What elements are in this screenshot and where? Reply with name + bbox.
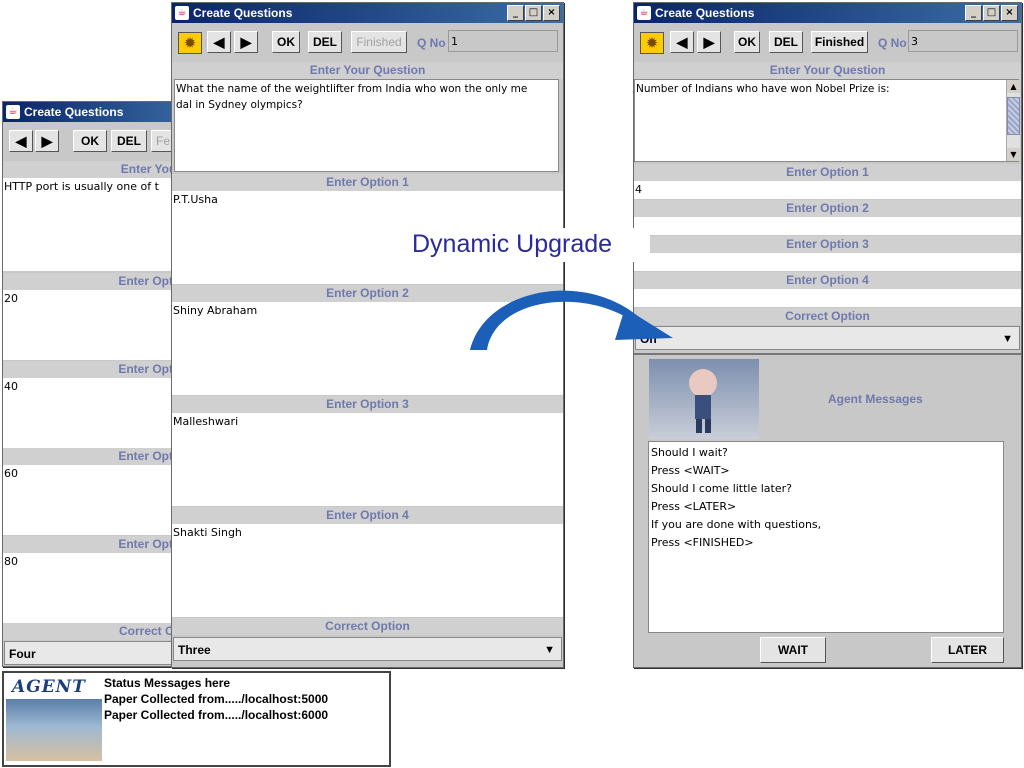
status-line: Paper Collected from...../localhost:6000 xyxy=(104,708,329,722)
prev-button[interactable]: ◀ xyxy=(9,130,33,152)
correct-option-value: Three xyxy=(178,643,211,657)
agent-messages-list[interactable]: Should I wait? Press <WAIT> Should I com… xyxy=(648,441,1004,633)
option4-input[interactable]: Shakti Singh xyxy=(172,524,563,617)
agent-logo: AGENT xyxy=(6,675,102,761)
agent-logo-text: AGENT xyxy=(12,677,86,697)
option3-input[interactable]: Malleshwari xyxy=(172,413,563,506)
option2-input[interactable] xyxy=(634,217,1021,235)
chevron-down-icon[interactable]: ▼ xyxy=(1002,327,1013,351)
middle-window-title: Create Questions xyxy=(193,6,293,20)
upgrade-arrow-icon xyxy=(470,290,673,350)
middle-title-bar[interactable]: ☕ Create Questions _ □ × xyxy=(172,3,563,23)
java-cup-icon: ☕ xyxy=(175,6,189,20)
correct-option-header: Correct Option xyxy=(172,618,563,635)
option1-input[interactable]: 4 xyxy=(634,181,1021,199)
qno-field[interactable]: 3 xyxy=(908,30,1018,52)
option3-input[interactable] xyxy=(634,253,1021,271)
list-item: If you are done with questions, xyxy=(651,518,822,531)
scroll-up-icon[interactable]: ▲ xyxy=(1007,80,1020,93)
dynamic-upgrade-text: Dynamic Upgrade xyxy=(412,230,613,258)
list-item: Press <FINISHED> xyxy=(651,536,754,549)
status-panel: AGENT Status Messages here Paper Collect… xyxy=(2,671,391,767)
option3-header: Enter Option 3 xyxy=(172,396,563,413)
prev-button[interactable]: ◀ xyxy=(207,31,231,53)
close-button[interactable]: × xyxy=(1001,5,1018,21)
question-header: Enter Your Question xyxy=(634,62,1021,79)
correct-option-value: Four xyxy=(9,647,36,661)
question-input[interactable]: What the name of the weightlifter from I… xyxy=(174,79,559,172)
agent-messages-title: Agent Messages xyxy=(828,392,923,406)
ok-button[interactable]: OK xyxy=(272,31,300,53)
maximize-button[interactable]: □ xyxy=(525,5,542,21)
ok-button[interactable]: OK xyxy=(734,31,760,53)
java-cup-icon: ☕ xyxy=(637,6,651,20)
minimize-button[interactable]: _ xyxy=(507,5,524,21)
later-button[interactable]: LATER xyxy=(931,637,1004,663)
del-button[interactable]: DEL xyxy=(111,130,147,152)
close-button[interactable]: × xyxy=(543,5,560,21)
ok-button[interactable]: OK xyxy=(73,130,107,152)
next-button[interactable]: ▶ xyxy=(234,31,258,53)
qno-label: Q No xyxy=(417,36,446,50)
option1-header: Enter Option 1 xyxy=(634,164,1021,181)
right-window-title: Create Questions xyxy=(655,6,755,20)
list-item: Press <WAIT> xyxy=(651,464,730,477)
finished-button[interactable]: Finished xyxy=(811,31,868,53)
right-toolbar: ✹ ◀ ▶ OK DEL Finished Q No 3 xyxy=(634,24,1021,58)
correct-option-select[interactable]: Three ▼ xyxy=(173,637,562,661)
scroll-thumb[interactable] xyxy=(1007,97,1020,135)
option4-header: Enter Option 4 xyxy=(172,507,563,524)
next-button[interactable]: ▶ xyxy=(697,31,721,53)
window-controls: _ □ × xyxy=(965,5,1018,21)
dynamic-upgrade-label: Dynamic Upgrade xyxy=(408,228,650,262)
list-item: Press <LATER> xyxy=(651,500,737,513)
option2-header: Enter Option 2 xyxy=(634,200,1021,217)
del-button[interactable]: DEL xyxy=(308,31,342,53)
prev-button[interactable]: ◀ xyxy=(670,31,694,53)
finished-button[interactable]: Finished xyxy=(351,31,407,53)
agent-figure xyxy=(689,369,717,433)
question-scrollbar[interactable]: ▲ ▼ xyxy=(1006,80,1020,161)
next-button[interactable]: ▶ xyxy=(35,130,59,152)
minimize-button[interactable]: _ xyxy=(965,5,982,21)
agent-character-image xyxy=(649,359,759,439)
middle-toolbar: ✹ ◀ ▶ OK DEL Finished Q No 1 xyxy=(172,24,563,58)
option1-header: Enter Option 1 xyxy=(172,174,563,191)
wait-button[interactable]: WAIT xyxy=(760,637,826,663)
left-window-title: Create Questions xyxy=(24,105,124,119)
window-controls: _ □ × xyxy=(507,5,560,21)
qno-label: Q No xyxy=(878,36,907,50)
del-button[interactable]: DEL xyxy=(769,31,803,53)
right-title-bar[interactable]: ☕ Create Questions _ □ × xyxy=(634,3,1021,23)
chevron-down-icon[interactable]: ▼ xyxy=(544,638,555,662)
status-line: Paper Collected from...../localhost:5000 xyxy=(104,692,329,706)
java-cup-icon: ☕ xyxy=(6,105,20,119)
question-header: Enter Your Question xyxy=(172,62,563,79)
list-item: Should I wait? xyxy=(651,446,728,459)
gear-icon[interactable]: ✹ xyxy=(640,32,664,54)
option3-header: Enter Option 3 xyxy=(634,236,1021,253)
list-item: Should I come little later? xyxy=(651,482,792,495)
qno-field[interactable]: 1 xyxy=(448,30,558,52)
status-line: Status Messages here xyxy=(104,676,231,690)
status-messages: Status Messages here Paper Collected fro… xyxy=(104,675,328,723)
scroll-down-icon[interactable]: ▼ xyxy=(1007,148,1020,161)
question-input[interactable]: Number of Indians who have won Nobel Pri… xyxy=(634,79,1019,162)
maximize-button[interactable]: □ xyxy=(983,5,1000,21)
gear-icon[interactable]: ✹ xyxy=(178,32,202,54)
